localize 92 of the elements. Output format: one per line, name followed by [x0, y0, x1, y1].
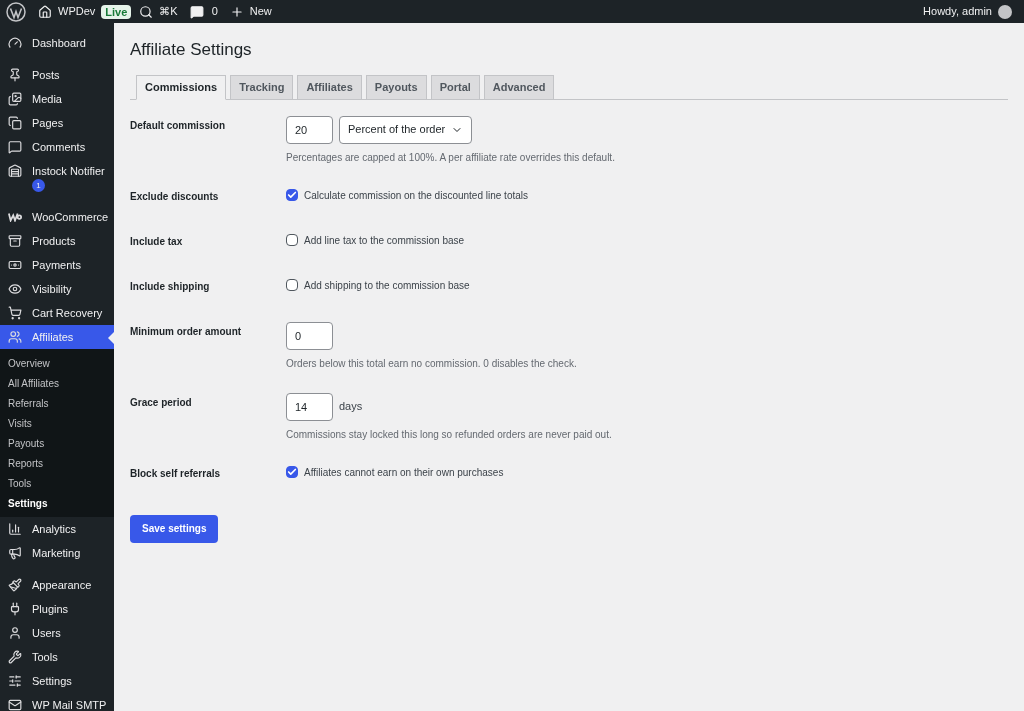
checkbox[interactable]	[286, 466, 298, 478]
menu-icon	[8, 116, 22, 130]
checkbox-label: Affiliates cannot earn on their own purchases	[304, 465, 504, 480]
menu-icon	[8, 546, 22, 560]
sidebar-item[interactable]: Analytics	[0, 517, 114, 541]
sidebar-item[interactable]: Plugins	[0, 597, 114, 621]
woo-icon	[8, 212, 22, 222]
tab[interactable]: Tracking	[230, 74, 294, 100]
comment-count[interactable]: 0	[211, 3, 218, 20]
comment-icon[interactable]	[189, 4, 204, 19]
setting-label: Block self referrals	[130, 466, 222, 481]
checkbox-label: Add shipping to the commission base	[304, 278, 470, 293]
menu-icon	[8, 306, 22, 320]
menu-icon	[8, 650, 22, 664]
sidebar-item[interactable]: Pages	[0, 111, 114, 135]
field-description: Orders below this total earn no commission. 0 disables the check.	[286, 356, 577, 371]
submenu-item[interactable]: Visits	[0, 413, 114, 433]
live-badge: Live	[101, 4, 132, 19]
save-button[interactable]: Save settings	[130, 514, 219, 543]
menu-icon	[8, 698, 22, 711]
submenu-item[interactable]: All Affiliates	[0, 373, 114, 393]
submenu-item[interactable]: Payouts	[0, 433, 114, 453]
checkbox-label: Add line tax to the commission base	[304, 233, 465, 248]
sidebar-item[interactable]: Dashboard	[0, 31, 114, 55]
avatar[interactable]	[998, 4, 1012, 19]
menu-icon	[8, 578, 22, 592]
sidebar-item[interactable]: Settings	[0, 669, 114, 693]
menu-icon	[8, 68, 22, 82]
menu-icon	[8, 36, 22, 50]
home-icon[interactable]	[38, 4, 52, 19]
tab[interactable]: Commissions	[136, 74, 227, 100]
menu-icon	[8, 282, 22, 296]
search-icon[interactable]	[139, 4, 154, 19]
sidebar-item[interactable]: Marketing	[0, 541, 114, 565]
number-field[interactable]: 14	[286, 392, 333, 421]
checkbox[interactable]	[286, 189, 298, 201]
field-description: Commissions stay locked this long so refunded orders are never paid out.	[286, 427, 612, 442]
wordpress-logo[interactable]	[6, 1, 26, 22]
setting-label: Include shipping	[130, 279, 211, 294]
submenu-item[interactable]: Overview	[0, 353, 114, 373]
submenu-item[interactable]: Tools	[0, 473, 114, 493]
menu-icon	[8, 602, 22, 616]
count-badge: 1	[32, 179, 45, 192]
sidebar-item[interactable]: Appearance	[0, 573, 114, 597]
menu-icon	[8, 92, 22, 106]
tab[interactable]: Portal	[430, 74, 480, 100]
checkbox-label: Calculate commission on the discounted line totals	[304, 188, 528, 203]
sidebar-item[interactable]: Payments	[0, 253, 114, 277]
submenu-item[interactable]: Reports	[0, 453, 114, 473]
menu-icon	[8, 674, 22, 688]
sidebar-item[interactable]: Visibility	[0, 277, 114, 301]
greeting[interactable]: Howdy, admin	[923, 3, 992, 20]
setting-label: Default commission	[130, 118, 227, 133]
sidebar-item[interactable]: Comments	[0, 135, 114, 159]
menu-icon	[8, 626, 22, 640]
field-description: Percentages are capped at 100%. A per affiliate rate overrides this default.	[286, 150, 615, 165]
number-field[interactable]: 0	[286, 321, 333, 350]
page-title: Affiliate Settings	[130, 39, 253, 61]
sidebar-item[interactable]: Products	[0, 229, 114, 253]
number-field[interactable]: 20	[286, 115, 333, 144]
setting-label: Include tax	[130, 234, 184, 249]
sidebar-item[interactable]: Media	[0, 87, 114, 111]
site-name[interactable]: WPDev	[58, 3, 96, 20]
sidebar-item[interactable]: Posts	[0, 63, 114, 87]
checkbox[interactable]	[286, 279, 298, 291]
new-link[interactable]: New	[249, 3, 272, 20]
menu-icon	[8, 330, 22, 344]
select-field[interactable]: Percent of the order	[339, 115, 472, 144]
sidebar-item[interactable]: Users	[0, 621, 114, 645]
submenu-item[interactable]: Settings	[0, 493, 114, 513]
submenu-item[interactable]: Referrals	[0, 393, 114, 413]
checkbox[interactable]	[286, 234, 298, 246]
shortcut-label: ⌘K	[159, 4, 178, 20]
unit-label: days	[339, 399, 363, 415]
tab[interactable]: Affiliates	[297, 74, 362, 100]
sidebar-item[interactable]: Instock Notifier 1	[0, 159, 114, 197]
menu-icon	[8, 522, 22, 536]
setting-label: Exclude discounts	[130, 189, 220, 204]
menu-icon	[8, 140, 22, 154]
menu-icon	[8, 234, 22, 248]
menu-icon	[8, 258, 22, 272]
sidebar-item[interactable]: Tools	[0, 645, 114, 669]
menu-icon	[8, 164, 22, 178]
sidebar-item[interactable]: Cart Recovery	[0, 301, 114, 325]
setting-label: Grace period	[130, 395, 193, 410]
tab[interactable]: Payouts	[365, 74, 427, 100]
tab[interactable]: Advanced	[483, 74, 555, 100]
sidebar-item[interactable]: WooCommerce	[0, 205, 114, 229]
setting-label: Minimum order amount	[130, 324, 243, 339]
plus-icon[interactable]	[229, 4, 244, 19]
sidebar-item[interactable]: WP Mail SMTP	[0, 693, 114, 711]
sidebar-item[interactable]: Affiliates	[0, 325, 114, 349]
